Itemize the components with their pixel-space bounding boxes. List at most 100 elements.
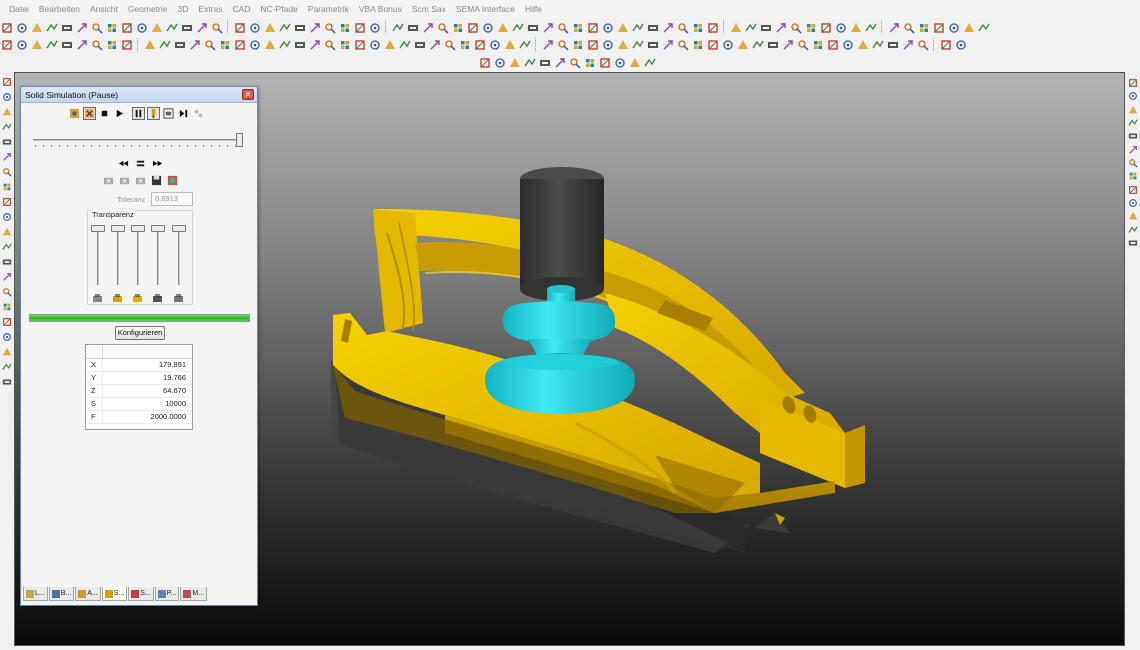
fill-button[interactable] <box>518 38 532 52</box>
slider-thumb[interactable] <box>236 133 243 147</box>
tolerance-input[interactable]: 0.6913 <box>151 192 193 206</box>
circle-button[interactable] <box>428 38 442 52</box>
join-button[interactable] <box>323 38 337 52</box>
equal-speed-button[interactable] <box>134 157 147 170</box>
pin-button[interactable] <box>150 21 164 35</box>
scale-button[interactable] <box>248 38 262 52</box>
tab-simulation[interactable]: S... <box>101 587 128 601</box>
point-button[interactable] <box>503 38 517 52</box>
redo-button[interactable] <box>954 38 968 52</box>
rect-button[interactable] <box>443 38 457 52</box>
delete-button[interactable] <box>173 38 187 52</box>
step-button[interactable] <box>162 107 175 120</box>
rotate-button[interactable] <box>308 21 322 35</box>
profile-button[interactable] <box>523 56 537 70</box>
copy-right-button[interactable] <box>1127 131 1139 141</box>
undo-button[interactable] <box>541 38 555 52</box>
configure-button[interactable]: Konfigurieren <box>115 326 165 340</box>
offset-button[interactable] <box>218 38 232 52</box>
dimension-button[interactable] <box>766 38 780 52</box>
rect-button[interactable] <box>45 38 59 52</box>
simulation-progress-slider[interactable] <box>33 133 245 147</box>
delete-right-button[interactable] <box>1127 224 1139 234</box>
import-button[interactable] <box>556 21 570 35</box>
osnap-tool-button[interactable] <box>1 331 13 343</box>
snap-button[interactable] <box>135 21 149 35</box>
stop-button[interactable] <box>98 107 111 120</box>
move-button[interactable] <box>706 21 720 35</box>
redo-button[interactable] <box>556 38 570 52</box>
top-button[interactable] <box>947 21 961 35</box>
iso-button[interactable] <box>887 21 901 35</box>
save-as-button[interactable] <box>45 21 59 35</box>
break-button[interactable] <box>308 38 322 52</box>
profile-button[interactable] <box>643 56 657 70</box>
pause-button[interactable] <box>132 107 145 120</box>
pointer-button[interactable] <box>1 361 13 373</box>
layer-right-button[interactable] <box>1127 118 1139 128</box>
menu-vba-bonus[interactable]: VBA Bonus <box>354 0 407 18</box>
line-button[interactable] <box>398 38 412 52</box>
back-button[interactable] <box>436 21 450 35</box>
tab-layers[interactable]: L... <box>23 587 48 601</box>
tool-view-button[interactable] <box>147 107 160 120</box>
fast-forward-button[interactable] <box>151 157 164 170</box>
menu-hilfe[interactable]: Hilfe <box>520 0 547 18</box>
zoom-fit-button[interactable] <box>774 21 788 35</box>
circle-tool-button[interactable] <box>1 151 13 163</box>
open-button[interactable] <box>15 21 29 35</box>
grid-button[interactable] <box>195 21 209 35</box>
menu-cad[interactable]: CAD <box>228 0 256 18</box>
zoom-window-button[interactable] <box>759 21 773 35</box>
export-stl-button[interactable] <box>166 174 179 187</box>
front-button[interactable] <box>406 21 420 35</box>
export-button[interactable] <box>75 21 89 35</box>
text-button[interactable] <box>856 38 870 52</box>
grid-tool-button[interactable] <box>1 286 13 298</box>
drill-button[interactable] <box>493 56 507 70</box>
pan-button[interactable] <box>293 21 307 35</box>
menu-geometrie[interactable]: Geometrie <box>123 0 173 18</box>
menu-parametrik[interactable]: Parametrik <box>303 0 354 18</box>
pin-button[interactable] <box>646 21 660 35</box>
hatch-button[interactable] <box>781 38 795 52</box>
drill-button[interactable] <box>613 56 627 70</box>
breakpoint-button[interactable] <box>192 107 205 120</box>
new-button[interactable] <box>0 21 14 35</box>
parts-right-button[interactable] <box>1127 198 1139 208</box>
dimension-button[interactable] <box>368 38 382 52</box>
delete-button[interactable] <box>571 38 585 52</box>
menu-sema-interface[interactable]: SEMA Interface <box>451 0 520 18</box>
next-block-button[interactable] <box>177 107 190 120</box>
polygon-button[interactable] <box>75 38 89 52</box>
transparency-slider-5[interactable] <box>172 225 186 285</box>
stop-button[interactable] <box>661 21 675 35</box>
trim-button[interactable] <box>586 38 600 52</box>
undo-view-button[interactable] <box>977 21 991 35</box>
redo-button[interactable] <box>158 38 172 52</box>
arc-tool-button[interactable] <box>1 136 13 148</box>
save-result-button[interactable] <box>150 174 163 187</box>
move-right-button[interactable] <box>1127 78 1139 88</box>
point-button[interactable] <box>901 38 915 52</box>
extend-button[interactable] <box>203 38 217 52</box>
camera-button-3[interactable] <box>134 174 147 187</box>
layer-tool-button[interactable] <box>1 241 13 253</box>
rect-button[interactable] <box>841 38 855 52</box>
break-button[interactable] <box>706 38 720 52</box>
zoom-window-button[interactable] <box>263 21 277 35</box>
undo-button[interactable] <box>143 38 157 52</box>
transparency-slider-4[interactable] <box>151 225 165 285</box>
measure-button[interactable] <box>751 38 765 52</box>
pointer-button[interactable] <box>1 76 13 88</box>
save-as-button[interactable] <box>541 21 555 35</box>
text-tool-button[interactable] <box>1 196 13 208</box>
line-button[interactable] <box>0 38 14 52</box>
nc-path-button[interactable] <box>478 56 492 70</box>
edit-right-button[interactable] <box>1127 158 1139 168</box>
side-button[interactable] <box>917 21 931 35</box>
pocket-button[interactable] <box>628 56 642 70</box>
cursor-button[interactable] <box>1 91 13 103</box>
menu-extras[interactable]: Extras <box>193 0 227 18</box>
spline-button[interactable] <box>488 38 502 52</box>
